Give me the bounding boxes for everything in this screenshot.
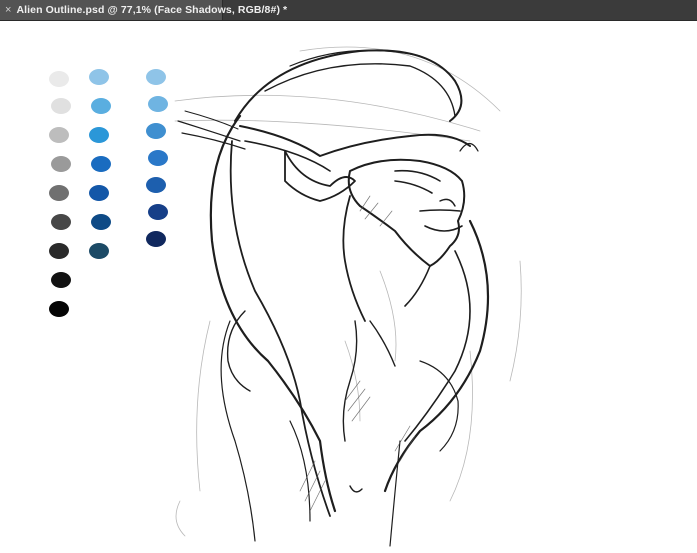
color-swatch — [49, 301, 69, 317]
color-swatch — [51, 214, 71, 230]
document-canvas[interactable] — [0, 21, 697, 553]
color-swatch — [146, 231, 166, 247]
color-swatch — [49, 243, 69, 259]
color-swatch — [89, 127, 109, 143]
color-swatch — [146, 123, 166, 139]
color-swatch — [148, 204, 168, 220]
color-palette-swatches — [49, 69, 168, 317]
color-swatch — [51, 98, 71, 114]
close-tab-icon[interactable]: × — [5, 0, 11, 20]
color-swatch — [49, 127, 69, 143]
color-swatch — [49, 71, 69, 87]
color-swatch — [89, 243, 109, 259]
color-swatch — [91, 156, 111, 172]
canvas-artwork — [49, 46, 522, 547]
color-swatch — [91, 214, 111, 230]
color-swatch — [51, 156, 71, 172]
color-swatch — [148, 150, 168, 166]
document-tab-title: Alien Outline.psd @ 77,1% (Face Shadows,… — [16, 4, 288, 16]
document-tab-bar: × Alien Outline.psd @ 77,1% (Face Shadow… — [0, 0, 697, 21]
color-swatch — [51, 272, 71, 288]
color-swatch — [148, 96, 168, 112]
color-swatch — [89, 69, 109, 85]
color-swatch — [146, 69, 166, 85]
color-swatch — [91, 98, 111, 114]
color-swatch — [146, 177, 166, 193]
document-tab[interactable]: × Alien Outline.psd @ 77,1% (Face Shadow… — [0, 0, 287, 20]
color-swatch — [49, 185, 69, 201]
color-swatch — [89, 185, 109, 201]
alien-sketch — [174, 46, 522, 547]
